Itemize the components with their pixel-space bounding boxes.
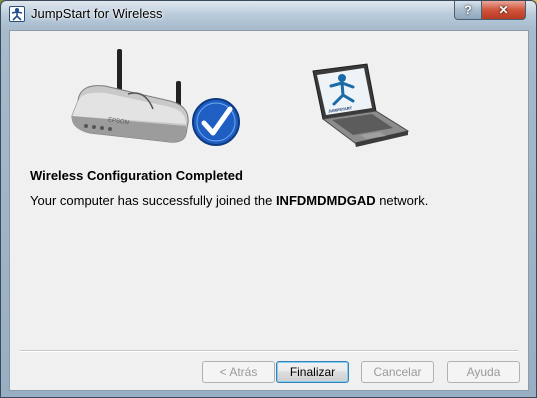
network-name: INFDMDMDGAD bbox=[275, 193, 376, 208]
jumpstart-app-icon bbox=[9, 6, 25, 22]
cancel-button[interactable]: Cancelar bbox=[361, 361, 434, 383]
completion-message: Your computer has successfully joined th… bbox=[30, 193, 428, 208]
finish-button[interactable]: Finalizar bbox=[276, 361, 349, 383]
message-suffix: network. bbox=[375, 193, 429, 208]
help-title-button[interactable]: ? bbox=[454, 1, 482, 20]
back-button[interactable]: < Atrás bbox=[202, 361, 275, 383]
window-title: JumpStart for Wireless bbox=[31, 6, 163, 21]
button-separator bbox=[20, 350, 518, 352]
dialog-window: JumpStart for Wireless ? ✕ EPSON JUMPSTA… bbox=[0, 0, 537, 398]
laptop-icon: JUMPSTART bbox=[312, 63, 410, 147]
completion-heading: Wireless Configuration Completed bbox=[30, 168, 243, 183]
checkmark-icon bbox=[192, 98, 240, 146]
wireless-router-icon: EPSON bbox=[71, 49, 189, 143]
dialog-content: EPSON JUMPSTART Wireless Configuration C… bbox=[9, 30, 529, 391]
help-button[interactable]: Ayuda bbox=[447, 361, 520, 383]
title-bar[interactable]: JumpStart for Wireless ? ✕ bbox=[1, 1, 536, 28]
message-prefix: Your computer has successfully joined th… bbox=[30, 193, 276, 208]
close-button[interactable]: ✕ bbox=[481, 1, 526, 20]
illustration: EPSON JUMPSTART bbox=[71, 49, 410, 147]
